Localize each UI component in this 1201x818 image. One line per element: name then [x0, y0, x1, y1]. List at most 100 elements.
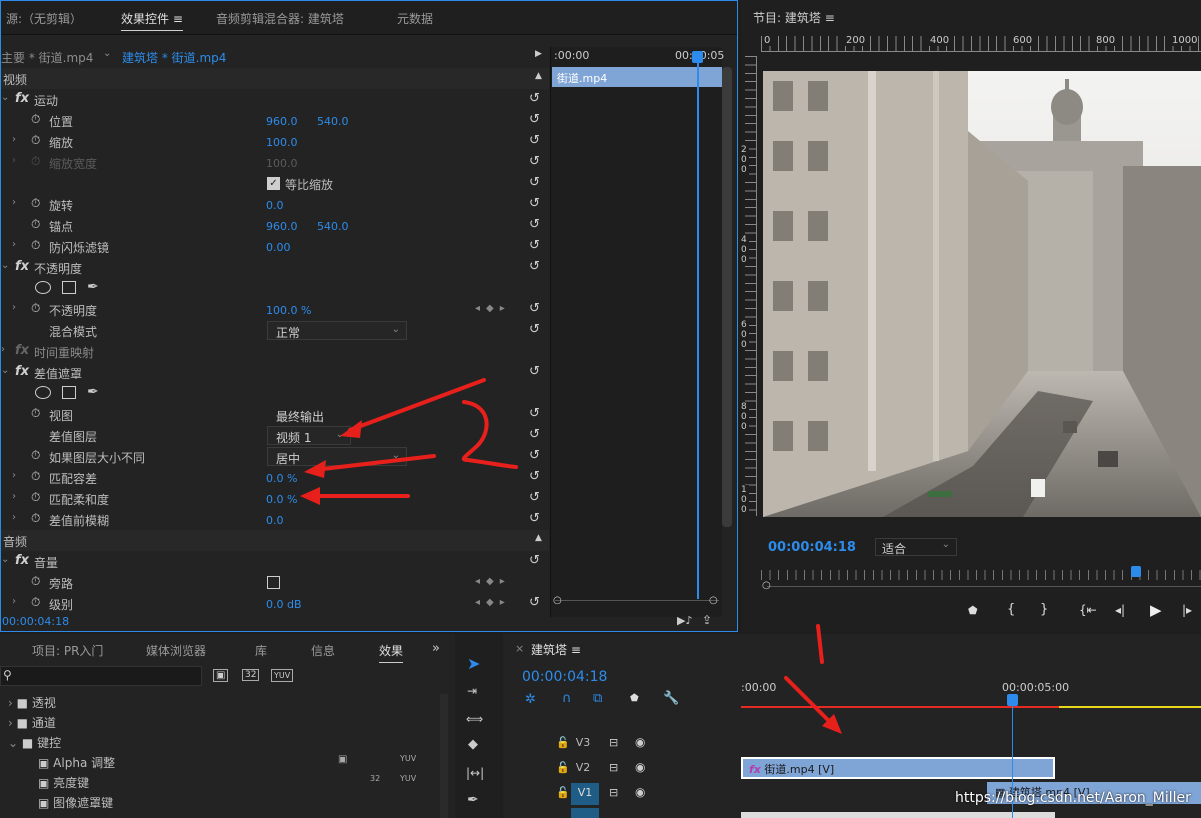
reset-icon[interactable]: ↺ [529, 448, 540, 463]
reset-icon[interactable]: ↺ [529, 406, 540, 421]
clip-audio-stub[interactable] [741, 812, 1055, 818]
program-monitor-title[interactable]: 节目: 建筑塔 ≡ [753, 9, 835, 26]
accelerated-effects-icon[interactable]: ▣ [213, 669, 229, 682]
ellipse-mask-icon[interactable] [35, 386, 51, 399]
add-marker-icon[interactable]: ⬟ [968, 604, 978, 617]
anchor-x-value[interactable]: 960.0 [266, 220, 298, 233]
video-section-header[interactable]: 视频 ▲ [1, 68, 549, 89]
ellipse-mask-icon[interactable] [35, 281, 51, 294]
reset-icon[interactable]: ↺ [529, 427, 540, 442]
track-header-v3[interactable]: 🔓 V3 ⊟ ◉ [503, 733, 741, 755]
match-tolerance-value[interactable]: 0.0 % [266, 472, 297, 485]
collapse-up-icon[interactable]: ▲ [535, 71, 542, 81]
timeline-title[interactable]: 建筑塔 ≡ [531, 641, 581, 658]
effects-scrollbar[interactable] [440, 694, 448, 818]
reset-icon[interactable]: ↺ [529, 595, 540, 610]
video-frame[interactable] [763, 71, 1201, 517]
tab-project[interactable]: 项目: PR入门 [32, 642, 103, 659]
mini-timeline[interactable]: :00:00 00:00:05 街道.mp4 ○ ○ [550, 47, 724, 617]
tab-audio-mixer[interactable]: 音频剪辑混合器: 建筑塔 [216, 10, 344, 27]
selection-tool-icon[interactable]: ➤ [467, 654, 480, 673]
match-softness-value[interactable]: 0.0 % [266, 493, 297, 506]
ripple-edit-tool-icon[interactable]: ⟺ [466, 712, 483, 726]
pen-tool-icon[interactable]: ✒ [467, 792, 479, 808]
tree-item-alpha-adjust[interactable]: ▣ Alpha 调整 ▣ YUV [38, 754, 418, 771]
bypass-checkbox[interactable] [267, 576, 280, 589]
timeline-playhead-handle[interactable] [1007, 694, 1018, 706]
tab-effects[interactable]: 效果 [379, 642, 404, 663]
mini-playhead-handle[interactable] [692, 51, 703, 63]
stopwatch-icon[interactable]: ⏱ [31, 217, 40, 232]
effect-controls-timecode[interactable]: 00:00:04:18 [2, 615, 69, 628]
reset-icon[interactable]: ↺ [529, 511, 540, 526]
scale-value[interactable]: 100.0 [266, 136, 298, 149]
keyframe-nav-icon[interactable]: ◂◆▸ [475, 303, 511, 314]
master-clip-label[interactable]: 主要 * 街道.mp4 [1, 49, 93, 66]
anchor-y-value[interactable]: 540.0 [317, 220, 349, 233]
rotation-value[interactable]: 0.0 [266, 199, 284, 212]
tab-source[interactable]: 源:（无剪辑） [6, 10, 82, 27]
stopwatch-active-icon[interactable]: ⏱ [31, 301, 40, 316]
nest-icon[interactable]: ✲ [525, 692, 536, 707]
position-x-value[interactable]: 960.0 [266, 115, 298, 128]
reset-icon[interactable]: ↺ [529, 196, 540, 211]
track-select-tool-icon[interactable]: ⇥ [467, 684, 477, 698]
row-time-remap[interactable]: › fx 时间重映射 [1, 341, 549, 362]
stopwatch-icon[interactable]: ⏱ [31, 112, 40, 127]
program-zoom-bar[interactable] [767, 586, 1201, 587]
reset-icon[interactable]: ↺ [529, 112, 540, 127]
track-header-a1-stub[interactable] [571, 808, 599, 818]
stopwatch-icon[interactable]: ⏱ [31, 448, 40, 463]
stopwatch-icon[interactable]: ⏱ [31, 490, 40, 505]
row-motion[interactable]: ⌄ fx 运动 ↺ [1, 89, 549, 110]
stopwatch-icon[interactable]: ⏱ [31, 238, 40, 253]
row-opacity-group[interactable]: ⌄ fx 不透明度 ↺ [1, 257, 549, 278]
uniform-scale-checkbox[interactable]: ✓ [267, 177, 280, 190]
more-panels-icon[interactable]: » [432, 641, 440, 656]
linked-selection-icon[interactable]: ⧉ [593, 691, 602, 706]
reset-icon[interactable]: ↺ [529, 217, 540, 232]
collapse-up-icon[interactable]: ▲ [535, 533, 542, 543]
wrench-icon[interactable]: 🔧 [663, 691, 679, 706]
keyframe-nav-icon[interactable]: ◂◆▸ [475, 597, 511, 608]
tab-libraries[interactable]: 库 [255, 642, 267, 659]
blur-before-value[interactable]: 0.0 [266, 514, 284, 527]
close-icon[interactable]: × [515, 642, 524, 655]
mini-zoom-bar[interactable] [555, 600, 719, 608]
chevron-down-icon[interactable]: ⌄ [103, 48, 111, 59]
view-select[interactable]: 最终输出 [267, 405, 407, 424]
tab-media-browser[interactable]: 媒体浏览器 [146, 642, 206, 659]
effects-search-input[interactable]: ⚲ [0, 666, 202, 686]
vertical-scrollbar[interactable] [722, 67, 732, 527]
row-volume[interactable]: ⌄ fx 音量 ↺ [1, 551, 549, 572]
tree-item-luma-key[interactable]: ▣ 亮度键 32 YUV [38, 774, 418, 791]
pen-mask-icon[interactable]: ✒ [87, 279, 99, 295]
reset-icon[interactable]: ↺ [529, 175, 540, 190]
stopwatch-active-icon[interactable]: ⏱ [31, 595, 40, 610]
anti-flicker-value[interactable]: 0.00 [266, 241, 291, 254]
tree-item-channel[interactable]: › ■ 通道 [8, 714, 56, 731]
reset-icon[interactable]: ↺ [529, 133, 540, 148]
play-icon[interactable]: ▶ [1150, 601, 1162, 619]
zoom-right-handle-icon[interactable]: ○ [709, 595, 718, 606]
stopwatch-icon[interactable]: ⏱ [31, 511, 40, 526]
stopwatch-active-icon[interactable]: ⏱ [31, 574, 40, 589]
step-forward-icon[interactable]: |▸ [1182, 603, 1192, 617]
zoom-handle-icon[interactable]: ○ [762, 580, 771, 591]
audio-section-header[interactable]: 音频 ▲ [1, 530, 549, 551]
tree-item-image-matte-key[interactable]: ▣ 图像遮罩键 [38, 794, 113, 811]
position-y-value[interactable]: 540.0 [317, 115, 349, 128]
tab-info[interactable]: 信息 [311, 642, 335, 659]
tab-effect-controls[interactable]: 效果控件 ≡ [121, 10, 183, 31]
pen-mask-icon[interactable]: ✒ [87, 384, 99, 400]
fit-select[interactable]: 适合 ⌄ [875, 538, 957, 556]
export-icon[interactable]: ⇪ [702, 613, 712, 627]
razor-tool-icon[interactable]: ◆ [468, 737, 478, 752]
tree-item-perspective[interactable]: › ■ 透视 [8, 694, 56, 711]
timeline-ruler[interactable]: :00:00 00:00:05:00 [741, 676, 1201, 708]
difference-layer-select[interactable]: 视频 1 ⌄ [267, 426, 351, 445]
if-size-differs-select[interactable]: 居中 ⌄ [267, 447, 407, 466]
mark-out-icon[interactable]: } [1040, 602, 1048, 617]
mark-in-icon[interactable]: { [1007, 602, 1015, 617]
opacity-value[interactable]: 100.0 % [266, 304, 311, 317]
